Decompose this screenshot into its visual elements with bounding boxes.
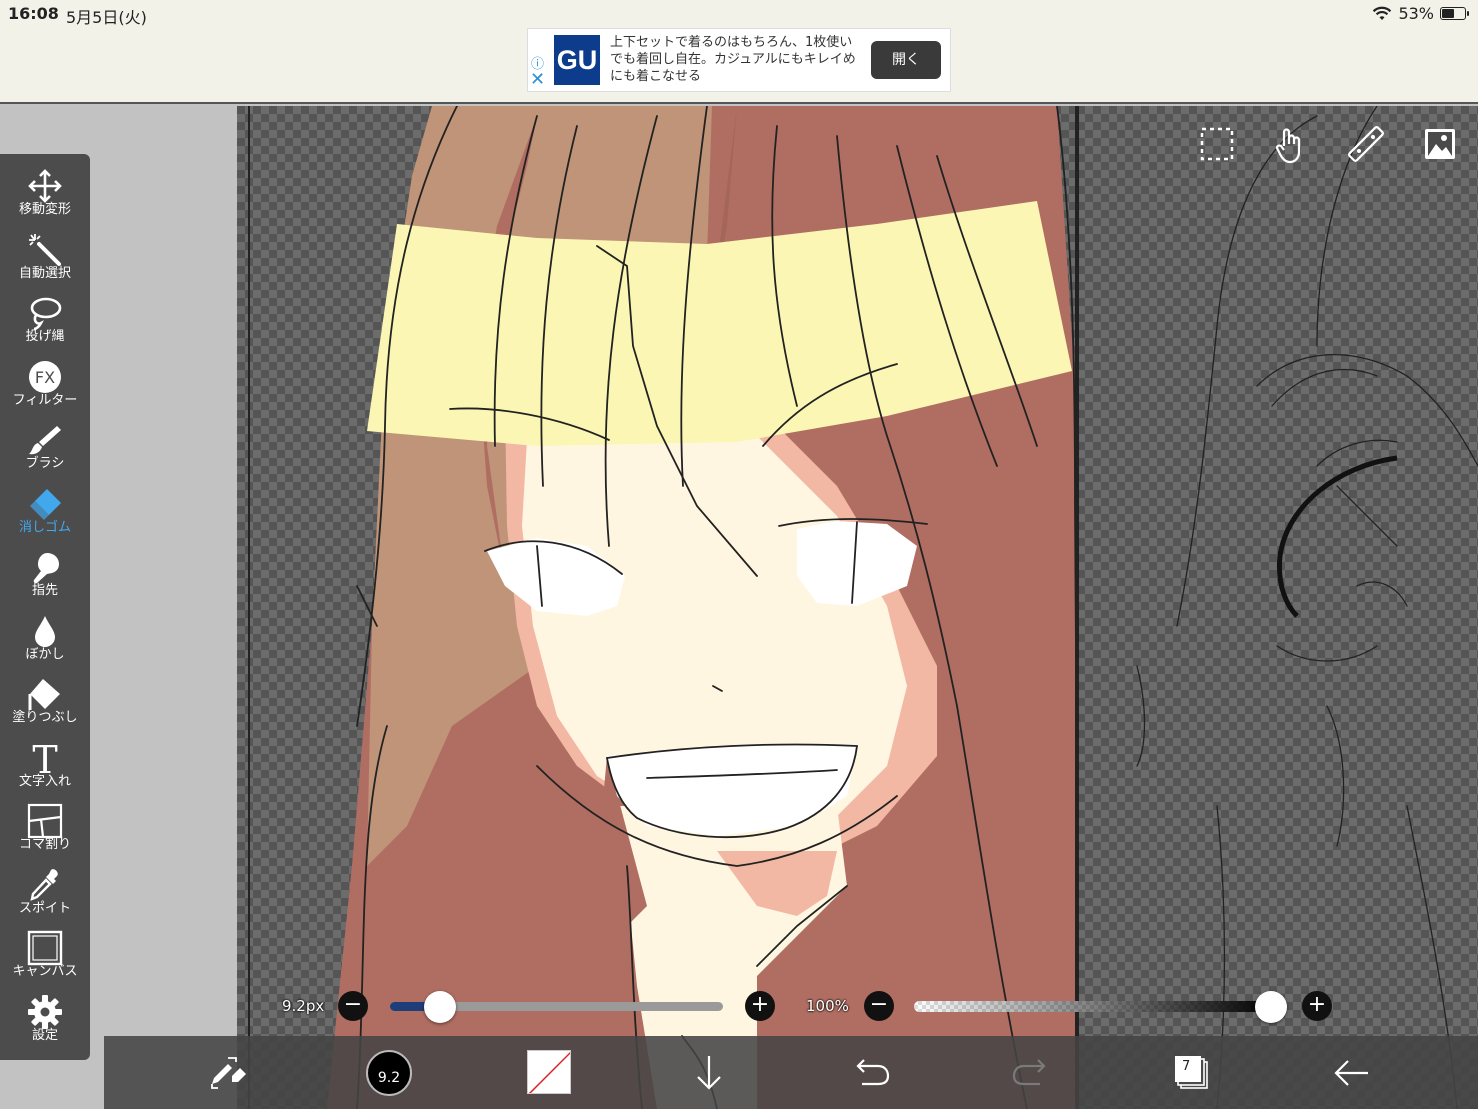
ad-banner[interactable]: ⓘ ✕ GU 上下セットで着るのはもちろん、1枚使いでも着回し自在。カジュアルに… — [527, 28, 951, 92]
fx-icon: FX — [0, 355, 90, 393]
eyedropper-icon — [0, 863, 90, 901]
text-icon: T — [0, 736, 90, 782]
gear-icon — [0, 990, 90, 1029]
svg-text:FX: FX — [35, 368, 55, 387]
sketch-canvas — [1136, 106, 1478, 1109]
drop-icon — [0, 609, 90, 647]
lasso-icon — [0, 291, 90, 331]
tool-label: 設定 — [31, 1027, 58, 1043]
work-area[interactable] — [0, 106, 1478, 1109]
magic-wand-icon — [0, 228, 90, 266]
tool-label: 文字入れ — [18, 773, 71, 789]
page-border — [248, 106, 250, 1109]
tool-eraser[interactable]: 消しゴム — [0, 482, 90, 544]
brush-eraser-toggle-button[interactable] — [192, 1036, 262, 1109]
selection-icon — [1200, 127, 1234, 161]
ad-area: ⓘ ✕ GU 上下セットで着るのはもちろん、1枚使いでも着回し自在。カジュアルに… — [0, 28, 1478, 104]
left-toolbar: 移動変形自動選択投げ縄 FX フィルターブラシ消しゴム指先ぼかし塗りつぶし T 文字入れ… — [0, 154, 90, 1060]
battery-percent: 53% — [1398, 4, 1434, 23]
tool-label: 投げ縄 — [25, 329, 65, 344]
status-date: 5月5日(火) — [66, 8, 147, 27]
status-time: 16:08 — [8, 4, 59, 23]
layers-button[interactable]: 7 — [1154, 1036, 1224, 1109]
pen-eraser-swap-icon — [211, 1057, 246, 1089]
undo-button[interactable] — [836, 1036, 906, 1109]
brush-size-minus-button[interactable]: − — [338, 991, 368, 1021]
layers-count: 7 — [1182, 1059, 1191, 1074]
opacity-plus-button[interactable]: + — [1302, 991, 1332, 1021]
ad-open-button[interactable]: 開く — [871, 41, 941, 79]
layer-merge-down-button[interactable] — [674, 1036, 744, 1109]
redo-icon — [1012, 1059, 1046, 1086]
status-indicators: 53% — [1372, 4, 1469, 23]
tool-lasso[interactable]: 投げ縄 — [0, 291, 90, 353]
tool-label: スポイト — [18, 900, 71, 916]
ruler-icon — [1348, 126, 1384, 162]
brush-size-label: 9.2px — [282, 997, 325, 1015]
ad-logo: GU — [554, 35, 600, 85]
canvas-icon — [0, 926, 90, 966]
undo-icon — [856, 1059, 890, 1086]
back-button[interactable] — [1316, 1036, 1386, 1109]
move-arrows-icon — [0, 164, 90, 203]
brush-size-plus-button[interactable]: + — [745, 991, 775, 1021]
arrow-down-icon — [697, 1056, 721, 1090]
tool-canvas[interactable]: キャンバス — [0, 926, 90, 988]
tool-label: 移動変形 — [18, 202, 71, 217]
fill-bucket-icon — [0, 672, 90, 710]
tool-label: 塗りつぶし — [12, 710, 78, 725]
opacity-slider[interactable] — [914, 1001, 1274, 1012]
tool-move-arrows[interactable]: 移動変形 — [0, 164, 90, 226]
page-border — [1075, 106, 1079, 1109]
battery-icon — [1440, 7, 1469, 20]
tool-finger[interactable]: 指先 — [0, 545, 90, 607]
svg-text:T: T — [32, 740, 57, 776]
tool-gear[interactable]: 設定 — [0, 990, 90, 1052]
tool-fx[interactable]: FX フィルター — [0, 355, 90, 417]
selection-button[interactable] — [1195, 122, 1239, 166]
bottom-bar: 9.2 7 — [104, 1036, 1478, 1109]
wifi-icon — [1373, 6, 1392, 20]
arrow-left-icon — [1334, 1060, 1368, 1086]
tool-eyedropper[interactable]: スポイト — [0, 863, 90, 925]
panel-icon — [0, 799, 90, 839]
tool-panel[interactable]: コマ割り — [0, 799, 90, 861]
tool-fill-bucket[interactable]: 塗りつぶし — [0, 672, 90, 734]
ruler-button[interactable] — [1344, 122, 1388, 166]
redo-button[interactable] — [996, 1036, 1066, 1109]
material-button[interactable] — [1418, 122, 1462, 166]
tool-label: キャンバス — [12, 964, 78, 979]
tool-text[interactable]: T 文字入れ — [0, 736, 90, 798]
image-icon — [1425, 129, 1455, 159]
tool-drop[interactable]: ぼかし — [0, 609, 90, 671]
tool-label: 指先 — [31, 583, 58, 598]
opacity-minus-button[interactable]: − — [864, 991, 894, 1021]
opacity-label: 100% — [806, 997, 849, 1015]
color-button[interactable] — [527, 1050, 571, 1094]
tool-label: フィルター — [12, 392, 78, 408]
no-color-icon — [528, 1051, 570, 1093]
status-bar: 16:08 5月5日(火) 53% — [0, 0, 1478, 28]
eraser-icon — [0, 482, 90, 520]
tool-brush[interactable]: ブラシ — [0, 418, 90, 480]
artwork-canvas[interactable] — [237, 106, 1077, 1109]
tool-label: 自動選択 — [18, 265, 71, 281]
finger-icon — [0, 545, 90, 584]
tool-label: ぼかし — [25, 646, 65, 662]
brush-icon — [0, 418, 90, 456]
tool-magic-wand[interactable]: 自動選択 — [0, 228, 90, 290]
brush-size-button[interactable]: 9.2 — [366, 1050, 412, 1096]
hand-button[interactable] — [1268, 122, 1312, 166]
tool-label: 消しゴム — [18, 519, 71, 535]
ad-close-icon[interactable]: ✕ — [530, 71, 545, 89]
hand-icon — [1275, 128, 1301, 164]
tool-label: ブラシ — [25, 456, 65, 471]
tool-label: コマ割り — [18, 837, 71, 852]
ad-text: 上下セットで着るのはもちろん、1枚使いでも着回し自在。カジュアルにもキレイめにも… — [610, 35, 856, 84]
brush-size-value: 9.2 — [377, 1070, 401, 1086]
opacity-knob[interactable] — [1255, 991, 1287, 1023]
brush-size-knob[interactable] — [423, 991, 456, 1023]
